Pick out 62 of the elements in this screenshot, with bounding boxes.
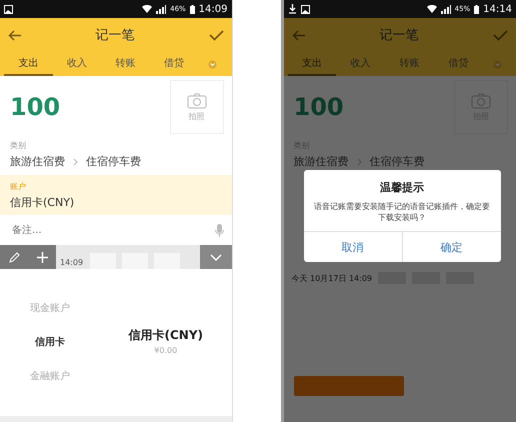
page-title: 记一笔 — [379, 27, 418, 44]
page-title: 记一笔 — [95, 27, 134, 44]
image-icon — [300, 4, 310, 14]
save-bar[interactable] — [294, 376, 404, 396]
checkmark-icon[interactable] — [493, 30, 508, 40]
tab[interactable]: 借贷 — [150, 52, 198, 76]
battery-icon — [190, 4, 195, 14]
signal-icon — [156, 4, 166, 14]
chevron-right-icon — [356, 158, 362, 166]
tab[interactable]: 收入 — [336, 52, 386, 76]
amount-value[interactable]: 100 — [10, 93, 60, 121]
chevron-down-icon — [210, 254, 222, 260]
account-name[interactable]: 信用卡(CNY) — [128, 327, 203, 344]
dialog-title: 温馨提示 — [379, 180, 425, 196]
date-text: 14:09 — [59, 257, 84, 269]
add-button[interactable] — [28, 245, 56, 269]
plus-icon — [36, 252, 48, 262]
checkmark-icon[interactable] — [208, 30, 224, 40]
pencil-button[interactable] — [0, 245, 28, 269]
tab[interactable]: 支出 — [288, 52, 336, 76]
category-parent[interactable]: 旅游住宿费 — [294, 154, 348, 169]
expand-circle-icon[interactable] — [208, 60, 218, 68]
field-label: 账户 — [10, 181, 27, 192]
note-field[interactable]: 备注... — [10, 224, 164, 236]
category-child[interactable]: 住宿停车费 — [370, 154, 424, 169]
battery-icon — [474, 4, 480, 14]
back-arrow-icon[interactable] — [8, 30, 21, 40]
clock-time: 14:14 — [483, 4, 512, 14]
field-value: 信用卡(CNY) — [10, 195, 76, 210]
account-group-item[interactable]: 现金账户 — [30, 301, 70, 315]
back-arrow-icon[interactable] — [292, 30, 304, 40]
wifi-icon — [142, 5, 152, 13]
expand-circle-icon[interactable] — [492, 60, 502, 68]
signal-icon — [440, 4, 451, 14]
account-field[interactable]: 账户 信用卡(CNY) — [0, 175, 232, 215]
date-text: 今天 10月17日 14:09 — [292, 272, 372, 284]
tab[interactable]: 收入 — [52, 52, 102, 76]
download-icon — [288, 4, 296, 14]
camera-icon — [186, 92, 206, 108]
dialog-button[interactable]: 取消 — [304, 232, 402, 262]
microphone-icon[interactable] — [214, 224, 224, 236]
pencil-icon — [8, 252, 20, 262]
amount-value[interactable]: 100 — [294, 93, 344, 121]
image-icon — [4, 4, 13, 14]
camera-icon — [471, 92, 491, 108]
dialog-button[interactable]: 确定 — [402, 232, 500, 262]
tab[interactable]: 支出 — [4, 52, 53, 76]
tab[interactable]: 转账 — [385, 52, 434, 76]
category-parent[interactable]: 旅游住宿费 — [10, 154, 65, 169]
account-group-item[interactable]: 金融账户 — [30, 369, 70, 383]
photo-button[interactable]: 拍照 — [170, 80, 224, 134]
tab[interactable]: 借贷 — [434, 52, 483, 76]
clock-time: 14:09 — [198, 4, 228, 14]
account-balance: ¥0.00 — [154, 346, 178, 355]
collapse-button[interactable] — [200, 245, 232, 269]
chevron-right-icon — [73, 158, 78, 166]
tab[interactable]: 转账 — [101, 52, 150, 76]
field-label: 类别 — [10, 140, 27, 151]
account-group-item[interactable]: 信用卡 — [35, 335, 65, 349]
category-child[interactable]: 住宿停车费 — [86, 154, 141, 169]
dialog-message: 语音记账需要安装随手记的语音记账插件，确定要下载安装吗？ — [313, 201, 491, 224]
wifi-icon — [426, 5, 437, 13]
